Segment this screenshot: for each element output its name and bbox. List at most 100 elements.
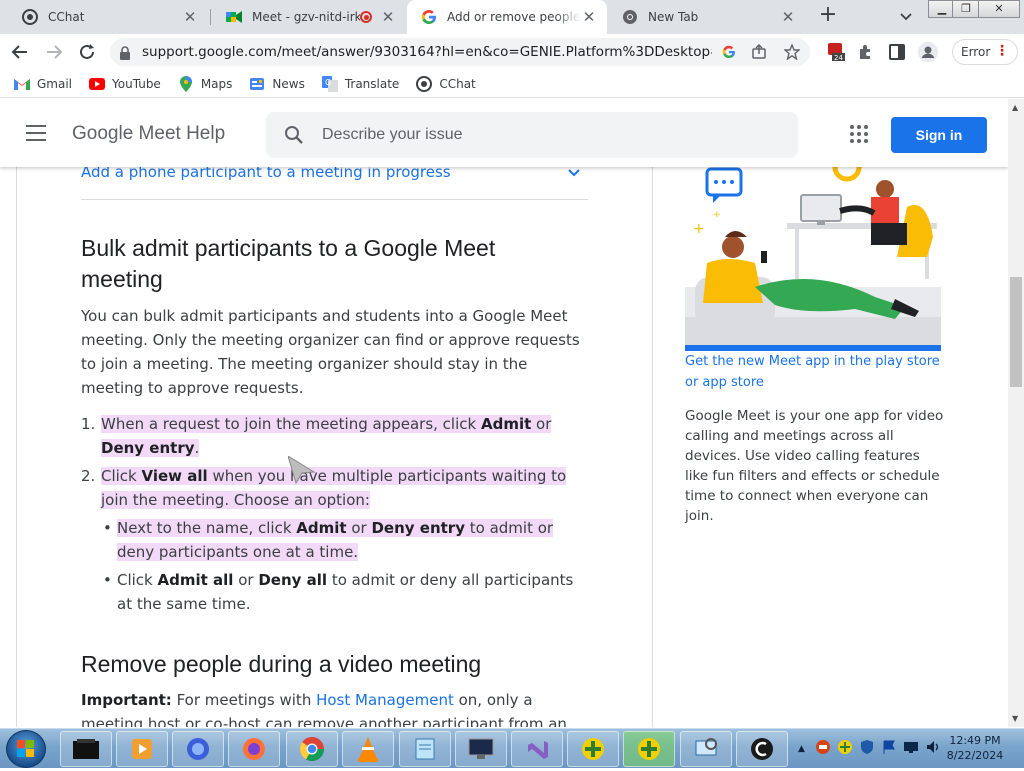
bookmark-maps[interactable]: Maps: [178, 75, 233, 92]
monitor-icon[interactable]: [455, 731, 507, 767]
bookmark-gmail[interactable]: Gmail: [14, 76, 72, 92]
highlighted-text: Click View all when you have multiple pa…: [101, 467, 567, 509]
side-panel-icon[interactable]: [887, 42, 907, 62]
svg-text:+: +: [713, 210, 721, 220]
youtube-icon: [89, 76, 106, 92]
list-item: • Next to the name, click Admit or Deny …: [81, 516, 591, 564]
tray-shield-icon[interactable]: [859, 739, 875, 759]
firefox-blue-icon[interactable]: [172, 731, 224, 767]
search-box[interactable]: [266, 112, 798, 158]
play-store-link[interactable]: Get the new Meet app in the play store o…: [685, 351, 945, 393]
clock-time: 12:49 PM: [949, 734, 1001, 747]
close-tab-icon[interactable]: ✕: [780, 8, 796, 26]
notepad-icon[interactable]: [399, 731, 451, 767]
new-tab-button[interactable]: +: [816, 4, 840, 28]
kebab-menu-icon[interactable]: ⋮: [995, 40, 1009, 62]
page-scrollbar[interactable]: ▲ ▼: [1008, 99, 1024, 727]
tray-add-icon[interactable]: [837, 739, 853, 759]
volume-icon[interactable]: [925, 739, 941, 759]
site-title[interactable]: Google Meet Help: [72, 123, 225, 145]
important-note: Important: For meetings with Host Manage…: [81, 688, 591, 727]
vlc-icon[interactable]: [342, 731, 394, 767]
svg-text:G: G: [325, 78, 331, 87]
bookmark-cchat[interactable]: CChat: [416, 75, 476, 92]
bookmark-youtube[interactable]: YouTube: [89, 76, 161, 92]
clock-date: 8/22/2024: [946, 749, 1004, 762]
hamburger-menu-icon[interactable]: [26, 125, 46, 141]
list-item: 1. When a request to join the meeting ap…: [81, 412, 591, 460]
visual-studio-icon[interactable]: [511, 731, 563, 767]
url-text[interactable]: support.google.com/meet/answer/9303164?h…: [142, 44, 712, 60]
close-tab-icon[interactable]: ✕: [380, 8, 396, 26]
bookmarks-bar: Gmail YouTube Maps News G Translate CCha…: [0, 70, 1024, 98]
error-button[interactable]: Error ⋮: [952, 39, 1018, 65]
sign-in-button[interactable]: Sign in: [891, 117, 987, 153]
view-all-term: View all: [141, 467, 208, 485]
news-icon: [249, 76, 265, 92]
chrome-icon[interactable]: [286, 731, 338, 767]
extension-badge-icon[interactable]: 24: [826, 42, 846, 62]
note-text: For meetings with: [171, 691, 317, 709]
restore-button[interactable]: ❐: [952, 0, 980, 18]
faq-item-phone-participant[interactable]: Add a phone participant to a meeting in …: [81, 162, 588, 200]
address-bar[interactable]: support.google.com/meet/answer/9303164?h…: [110, 38, 810, 66]
cchat-icon[interactable]: [736, 731, 788, 767]
bookmark-translate[interactable]: G Translate: [321, 75, 399, 92]
tray-display-icon[interactable]: [903, 739, 919, 759]
tab-title: CChat: [48, 10, 85, 24]
web-page: Add a phone participant to a meeting in …: [0, 99, 1008, 727]
bookmark-label: YouTube: [112, 76, 161, 91]
meet-app-illustration[interactable]: + +: [685, 167, 941, 351]
close-tab-icon[interactable]: ✕: [581, 8, 597, 26]
media-player-icon[interactable]: [116, 731, 168, 767]
close-tab-icon[interactable]: ✕: [182, 8, 198, 26]
extensions-puzzle-icon[interactable]: [856, 42, 876, 62]
show-hidden-icons-icon[interactable]: ▲: [798, 744, 805, 754]
tab-meet[interactable]: Meet - gzv-nitd-irk ✕: [212, 0, 406, 34]
bookmark-star-icon[interactable]: [783, 43, 801, 61]
forward-button[interactable]: [42, 40, 66, 64]
windows-taskbar: ▲ 12:49 PM 8/22/2024: [0, 728, 1024, 768]
tab-cchat[interactable]: CChat ✕: [8, 0, 208, 34]
start-button[interactable]: [6, 730, 46, 768]
step-text: When a request to join the meeting appea…: [101, 415, 481, 433]
share-icon[interactable]: [750, 43, 768, 61]
deny-entry-term: Deny entry: [101, 439, 195, 457]
close-window-button[interactable]: ✕: [978, 0, 1020, 18]
bookmark-label: Maps: [200, 76, 233, 91]
mouse-cursor-icon: [287, 454, 316, 488]
google-lens-icon[interactable]: [720, 43, 738, 61]
search-icon[interactable]: [284, 125, 304, 149]
profile-avatar-icon[interactable]: [918, 42, 938, 62]
step-number: 2.: [81, 467, 96, 485]
add-app-icon[interactable]: [567, 731, 619, 767]
scroll-down-arrow-icon[interactable]: ▼: [1012, 714, 1018, 723]
host-management-link[interactable]: Host Management: [316, 691, 454, 709]
tray-app-icon[interactable]: [815, 739, 831, 759]
step-text: Click: [101, 467, 142, 485]
chevron-down-icon[interactable]: [566, 165, 582, 185]
back-button[interactable]: [8, 40, 32, 64]
dark-app-icon[interactable]: [60, 731, 112, 767]
tab-help-article[interactable]: Add or remove people from ✕: [407, 0, 607, 34]
tab-title: Add or remove people from: [447, 10, 581, 24]
list-item: 2. Click View all when you have multiple…: [81, 464, 591, 512]
cchat-icon: [22, 9, 38, 25]
firefox-icon[interactable]: [228, 731, 280, 767]
network-tool-icon[interactable]: [680, 731, 732, 767]
scroll-up-arrow-icon[interactable]: ▲: [1012, 103, 1018, 112]
bullet: •: [103, 519, 112, 537]
google-apps-icon[interactable]: [850, 125, 868, 143]
reload-button[interactable]: [75, 40, 99, 64]
deny-all-term: Deny all: [258, 571, 328, 589]
tab-new-tab[interactable]: New Tab ✕: [608, 0, 806, 34]
bookmark-news[interactable]: News: [249, 76, 305, 92]
search-input[interactable]: [322, 123, 782, 147]
error-label: Error: [961, 45, 991, 59]
add-app-icon-active[interactable]: [623, 731, 675, 767]
lock-icon[interactable]: [119, 45, 131, 64]
tray-flag-icon[interactable]: [881, 739, 897, 759]
system-clock[interactable]: 12:49 PM 8/22/2024: [940, 733, 1010, 763]
scrollbar-thumb[interactable]: [1010, 277, 1022, 387]
tab-search-chevron-icon[interactable]: [896, 6, 916, 26]
